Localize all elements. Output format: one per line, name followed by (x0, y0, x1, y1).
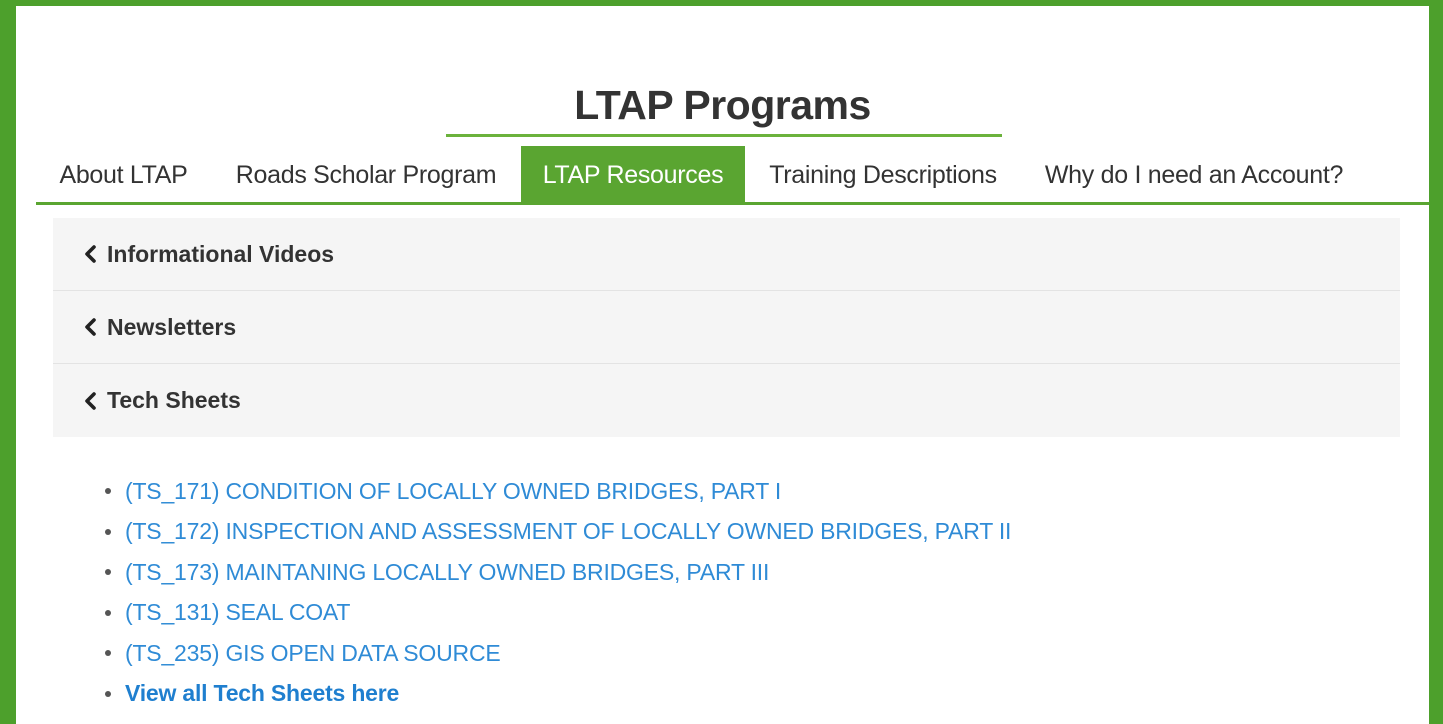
program-tabs: About LTAP Roads Scholar Program LTAP Re… (36, 146, 1429, 205)
page-title: LTAP Programs (574, 82, 871, 129)
accordion-item-newsletters[interactable]: Newsletters (53, 291, 1400, 364)
tab-why-account[interactable]: Why do I need an Account? (1021, 146, 1367, 205)
accordion-item-tech-sheets[interactable]: Tech Sheets (53, 364, 1400, 437)
resources-accordion: Informational Videos Newsletters Tech Sh… (53, 218, 1400, 437)
tech-sheet-link-ts235[interactable]: (TS_235) GIS OPEN DATA SOURCE (125, 640, 501, 667)
tech-sheet-list: (TS_171) CONDITION OF LOCALLY OWNED BRID… (105, 471, 1011, 714)
tab-training-descriptions[interactable]: Training Descriptions (745, 146, 1021, 205)
list-item: (TS_131) SEAL COAT (105, 593, 1011, 634)
accordion-item-label: Newsletters (107, 313, 237, 340)
tab-ltap-resources[interactable]: LTAP Resources (521, 146, 745, 205)
tab-about-ltap[interactable]: About LTAP (36, 146, 211, 205)
tech-sheet-link-ts131[interactable]: (TS_131) SEAL COAT (125, 599, 350, 626)
list-item: (TS_235) GIS OPEN DATA SOURCE (105, 633, 1011, 674)
list-item: (TS_173) MAINTANING LOCALLY OWNED BRIDGE… (105, 552, 1011, 593)
tech-sheet-link-ts172[interactable]: (TS_172) INSPECTION AND ASSESSMENT OF LO… (125, 518, 1011, 545)
bullet-icon (105, 569, 111, 576)
accordion-item-informational-videos[interactable]: Informational Videos (53, 218, 1400, 291)
chevron-left-icon (83, 391, 97, 410)
list-item: (TS_172) INSPECTION AND ASSESSMENT OF LO… (105, 512, 1011, 553)
chevron-left-icon (83, 318, 97, 336)
list-item: View all Tech Sheets here (105, 674, 1011, 715)
accordion-item-label: Tech Sheets (107, 387, 241, 413)
view-all-tech-sheets-link[interactable]: View all Tech Sheets here (125, 680, 399, 707)
bullet-icon (105, 650, 111, 657)
accordion-item-label: Informational Videos (107, 240, 335, 267)
page-frame: LTAP Programs About LTAP Roads Scholar P… (0, 0, 1443, 724)
chevron-left-icon (83, 245, 97, 263)
tab-roads-scholar-program[interactable]: Roads Scholar Program (211, 146, 521, 205)
title-underline (446, 134, 1002, 137)
list-item: (TS_171) CONDITION OF LOCALLY OWNED BRID… (105, 471, 1011, 512)
bullet-icon (105, 488, 111, 495)
bullet-icon (105, 528, 111, 535)
bullet-icon (105, 690, 111, 697)
bullet-icon (105, 609, 111, 616)
tech-sheet-link-ts171[interactable]: (TS_171) CONDITION OF LOCALLY OWNED BRID… (125, 478, 781, 505)
tech-sheets-panel: (TS_171) CONDITION OF LOCALLY OWNED BRID… (53, 437, 1400, 724)
tech-sheet-link-ts173[interactable]: (TS_173) MAINTANING LOCALLY OWNED BRIDGE… (125, 559, 769, 586)
